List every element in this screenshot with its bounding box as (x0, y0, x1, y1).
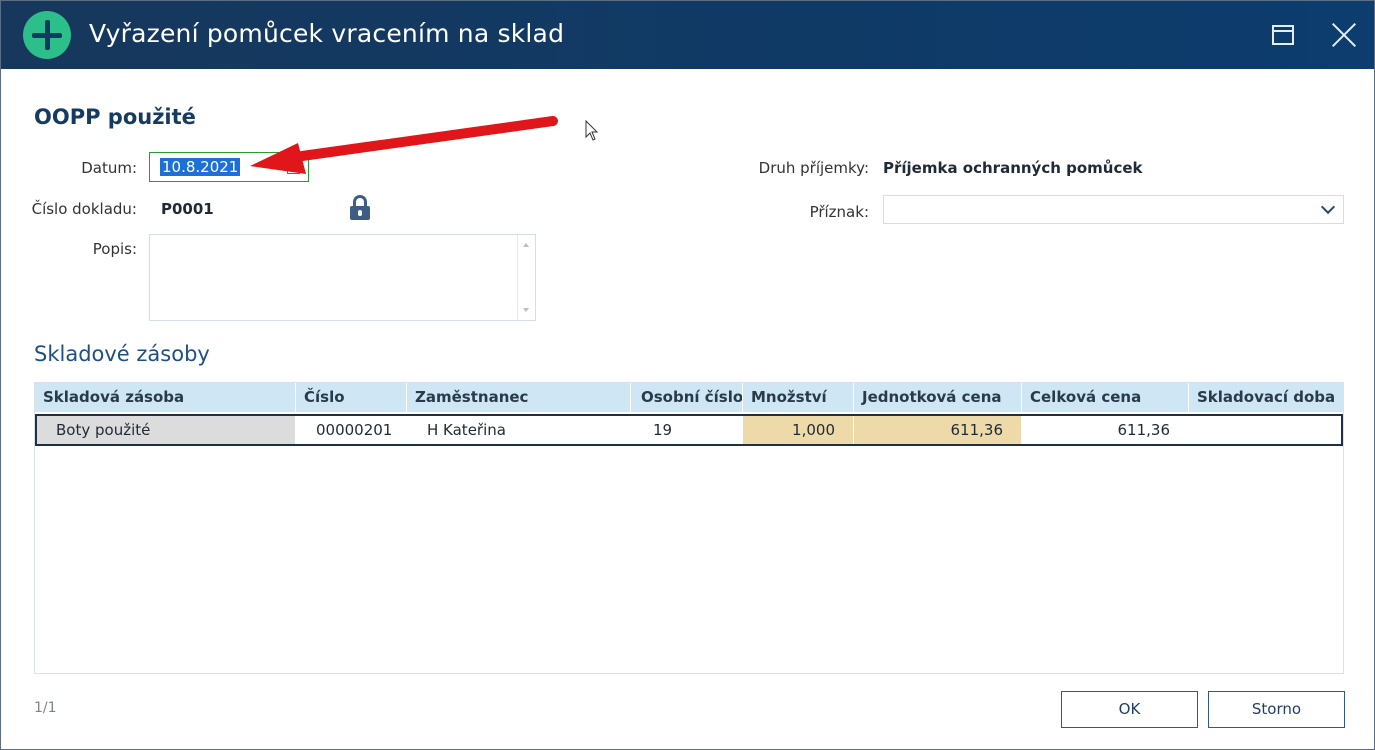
lock-icon[interactable] (350, 195, 370, 221)
section-title: OOPP použité (34, 105, 196, 129)
maximize-icon[interactable] (1272, 25, 1294, 45)
cell-celkova-cena[interactable]: 611,36 (1021, 416, 1188, 444)
priznak-select[interactable] (883, 195, 1344, 224)
druh-value: Příjemka ochranných pomůcek (883, 159, 1143, 177)
close-icon[interactable] (1330, 21, 1358, 49)
title-bar[interactable]: Vyřazení pomůcek vracením na sklad (1, 1, 1374, 69)
scroll-up-icon[interactable] (523, 243, 529, 247)
popis-scrollbar[interactable] (517, 235, 535, 320)
pager: 1/1 (34, 700, 57, 716)
cislo-value: P0001 (161, 200, 214, 218)
column-header[interactable]: Jednotková cena (853, 383, 1021, 412)
priznak-label: Příznak: (809, 203, 869, 221)
column-header[interactable]: Číslo (295, 383, 406, 412)
window-title: Vyřazení pomůcek vracením na sklad (89, 19, 565, 48)
cell-skladovaci-doba[interactable] (1188, 416, 1341, 444)
cell-osobni-cislo[interactable]: 19 (630, 416, 742, 444)
cell-zamestnanec[interactable]: H Kateřina (406, 416, 630, 444)
column-header[interactable]: Skladovací doba (1188, 383, 1343, 412)
cislo-label: Číslo dokladu: (31, 200, 137, 218)
column-header[interactable]: Osobní číslo (630, 383, 742, 412)
cell-cislo[interactable]: 00000201 (295, 416, 406, 444)
scroll-down-icon[interactable] (523, 308, 529, 312)
cursor-icon (585, 120, 599, 141)
column-header[interactable]: Množství (742, 383, 853, 412)
popis-label: Popis: (92, 240, 137, 258)
column-header[interactable]: Celková cena (1021, 383, 1188, 412)
cell-mnozstvi[interactable]: 1,000 (742, 416, 853, 444)
plus-icon (23, 11, 71, 59)
grid-header: Skladová zásoba Číslo Zaměstnanec Osobní… (35, 383, 1343, 412)
column-header[interactable]: Zaměstnanec (406, 383, 630, 412)
calendar-icon[interactable] (287, 163, 300, 174)
grid-title: Skladové zásoby (34, 342, 210, 366)
datum-label: Datum: (81, 159, 137, 177)
datum-field[interactable]: 10.8.2021 (149, 152, 309, 182)
datum-value[interactable]: 10.8.2021 (160, 158, 241, 176)
column-header[interactable]: Skladová zásoba (35, 383, 295, 412)
storno-button[interactable]: Storno (1208, 691, 1345, 728)
ok-button[interactable]: OK (1061, 691, 1198, 728)
cell-zasoba[interactable]: Boty použité (37, 416, 295, 444)
dialog-window: Vyřazení pomůcek vracením na sklad OOPP … (0, 0, 1375, 750)
table-row[interactable]: Boty použité 00000201 H Kateřina 19 1,00… (35, 414, 1343, 446)
stock-grid[interactable]: Skladová zásoba Číslo Zaměstnanec Osobní… (34, 382, 1344, 674)
popis-textarea[interactable] (149, 234, 536, 321)
cell-jednotkova-cena[interactable]: 611,36 (853, 416, 1021, 444)
druh-label: Druh příjemky: (758, 159, 869, 177)
